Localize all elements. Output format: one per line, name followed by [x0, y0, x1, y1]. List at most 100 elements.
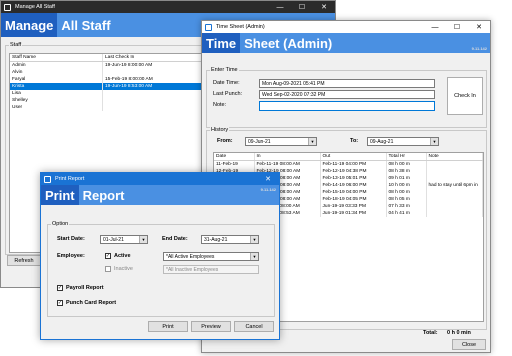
- active-employee-select[interactable]: *All Active Employees ▼: [163, 252, 259, 261]
- table-row-selected[interactable]: Krista 19-Jun-19 8:53:00 AM: [10, 83, 208, 90]
- end-date-picker[interactable]: 31-Aug-21 ▼: [201, 235, 259, 244]
- close-icon[interactable]: ✕: [257, 173, 279, 185]
- note-cell: [426, 210, 483, 217]
- maximize-icon[interactable]: ☐: [446, 21, 468, 33]
- to-date-value: 09-Aug-21: [370, 138, 394, 145]
- from-label: From:: [217, 138, 233, 144]
- refresh-button[interactable]: Refresh: [7, 255, 41, 266]
- cancel-button[interactable]: Cancel: [234, 321, 274, 332]
- note-input[interactable]: [259, 101, 435, 111]
- to-date-picker[interactable]: 09-Aug-21 ▼: [367, 137, 439, 146]
- start-date-picker[interactable]: 01-Jul-21 ▼: [100, 235, 148, 244]
- minimize-icon[interactable]: —: [269, 1, 291, 13]
- last-check-in: [102, 90, 208, 97]
- inactive-employee-select[interactable]: *All Inactive Employees: [163, 265, 259, 274]
- total-cell: 08 h 05 m: [386, 196, 427, 203]
- app-icon: [205, 23, 212, 31]
- to-label: To:: [350, 138, 359, 144]
- active-label: Active: [114, 253, 131, 259]
- last-check-in: 19-Jun-19 8:53:00 AM: [102, 83, 208, 90]
- version-label: 9.11.142: [260, 187, 276, 192]
- table-row[interactable]: Lisa: [10, 90, 208, 97]
- out-cell: Jun-19-19 03:33 PM: [320, 203, 387, 210]
- table-row[interactable]: Shelley: [10, 97, 208, 104]
- chevron-down-icon[interactable]: ▼: [430, 138, 438, 145]
- payroll-report-checkbox[interactable]: ✓: [57, 285, 63, 291]
- column-header[interactable]: Date: [214, 153, 255, 161]
- date-cell: 11-Feb-19: [214, 160, 255, 168]
- staff-name: Faryal: [10, 76, 103, 83]
- close-button[interactable]: Close: [452, 339, 486, 350]
- end-date-label: End Date:: [162, 236, 188, 242]
- out-cell: Feb-11-19 04:00 PM: [320, 160, 387, 168]
- check-in-button[interactable]: Check In: [447, 77, 483, 115]
- chevron-down-icon[interactable]: ▼: [250, 236, 258, 243]
- print-report-window: Print Report ✕ Print Report 9.11.142 Opt…: [40, 172, 280, 340]
- inactive-checkbox[interactable]: [105, 266, 111, 272]
- note-cell: [426, 189, 483, 196]
- last-punch-label: Last Punch:: [213, 91, 243, 97]
- history-title: History: [210, 127, 230, 133]
- table-row[interactable]: Faryal 15-Feb-19 8:00:00 AM: [10, 76, 208, 83]
- banner-word-1: Print: [41, 185, 79, 205]
- option-title: Option: [51, 221, 70, 227]
- punch-card-checkbox[interactable]: ✓: [57, 300, 63, 306]
- print-banner: Print Report 9.11.142: [41, 185, 279, 205]
- inactive-label: Inactive: [114, 266, 133, 272]
- last-punch-field[interactable]: Wed Sep-02-2020 07:32 PM: [259, 90, 435, 99]
- chevron-down-icon[interactable]: ▼: [139, 236, 147, 243]
- banner-word-1: Manage: [1, 13, 58, 37]
- banner-word-2: Sheet (Admin): [244, 35, 333, 51]
- staff-name: Shelley: [10, 97, 103, 104]
- note-label: Note:: [213, 102, 227, 108]
- punch-card-label: Punch Card Report: [66, 300, 117, 306]
- app-icon: [4, 3, 11, 11]
- active-checkbox[interactable]: ✓: [105, 253, 111, 259]
- enter-time-group: Enter Time Date Time: Mon Aug-09-2021 05…: [206, 67, 487, 128]
- staff-name: User: [10, 104, 103, 111]
- maximize-icon[interactable]: ☐: [291, 1, 313, 13]
- column-header[interactable]: In: [254, 153, 321, 161]
- staff-name: Krista: [10, 83, 103, 90]
- column-header[interactable]: Total Hr: [386, 153, 427, 161]
- chevron-down-icon[interactable]: ▼: [250, 253, 258, 260]
- in-cell: Feb-11-19 08:00 AM: [254, 160, 321, 168]
- payroll-report-label: Payroll Report: [66, 285, 104, 291]
- from-date-picker[interactable]: 09-Jun-21 ▼: [245, 137, 317, 146]
- date-time-field[interactable]: Mon Aug-09-2021 05:41 PM: [259, 79, 435, 88]
- total-cell: 10 h 00 m: [386, 182, 427, 189]
- employee-label: Employee:: [57, 253, 85, 259]
- total-cell: 08 h 38 m: [386, 168, 427, 175]
- banner-word-1: Time: [202, 33, 241, 53]
- total-cell: 09 h 01 m: [386, 175, 427, 182]
- close-icon[interactable]: ✕: [313, 1, 335, 13]
- chevron-down-icon[interactable]: ▼: [308, 138, 316, 145]
- from-date-value: 09-Jun-21: [248, 138, 271, 145]
- preview-button[interactable]: Preview: [191, 321, 231, 332]
- column-header[interactable]: Note: [426, 153, 483, 161]
- option-group: Option Start Date: 01-Jul-21 ▼ End Date:…: [47, 221, 275, 317]
- print-button[interactable]: Print: [148, 321, 188, 332]
- total-label: Total:: [423, 330, 438, 336]
- column-header[interactable]: Last Check In: [102, 54, 208, 62]
- total-cell: 07 h 33 m: [386, 203, 427, 210]
- column-header[interactable]: Staff Name: [10, 54, 103, 62]
- timesheet-titlebar: Time Sheet (Admin) — ☐ ✕: [202, 21, 490, 33]
- table-row[interactable]: User: [10, 104, 208, 111]
- out-cell: Feb-13-19 05:01 PM: [320, 175, 387, 182]
- out-cell: Feb-18-19 04:05 PM: [320, 196, 387, 203]
- minimize-icon[interactable]: —: [424, 21, 446, 33]
- total-cell: 08 h 00 m: [386, 160, 427, 168]
- table-row[interactable]: 11-Feb-19 Feb-11-19 08:00 AM Feb-11-19 04:…: [214, 160, 483, 168]
- close-icon[interactable]: ✕: [468, 21, 490, 33]
- note-cell: [426, 203, 483, 210]
- staff-name: Alvin: [10, 69, 103, 76]
- app-icon: [44, 175, 51, 183]
- table-row[interactable]: Alvin: [10, 69, 208, 76]
- table-row[interactable]: Admin 19-Jun-19 8:00:00 AM: [10, 61, 208, 69]
- column-header[interactable]: Out: [320, 153, 387, 161]
- staff-name: Lisa: [10, 90, 103, 97]
- print-window-title: Print Report: [55, 176, 85, 182]
- out-cell: Feb-14-19 06:00 PM: [320, 182, 387, 189]
- staff-window-title: Manage All Staff: [15, 4, 55, 10]
